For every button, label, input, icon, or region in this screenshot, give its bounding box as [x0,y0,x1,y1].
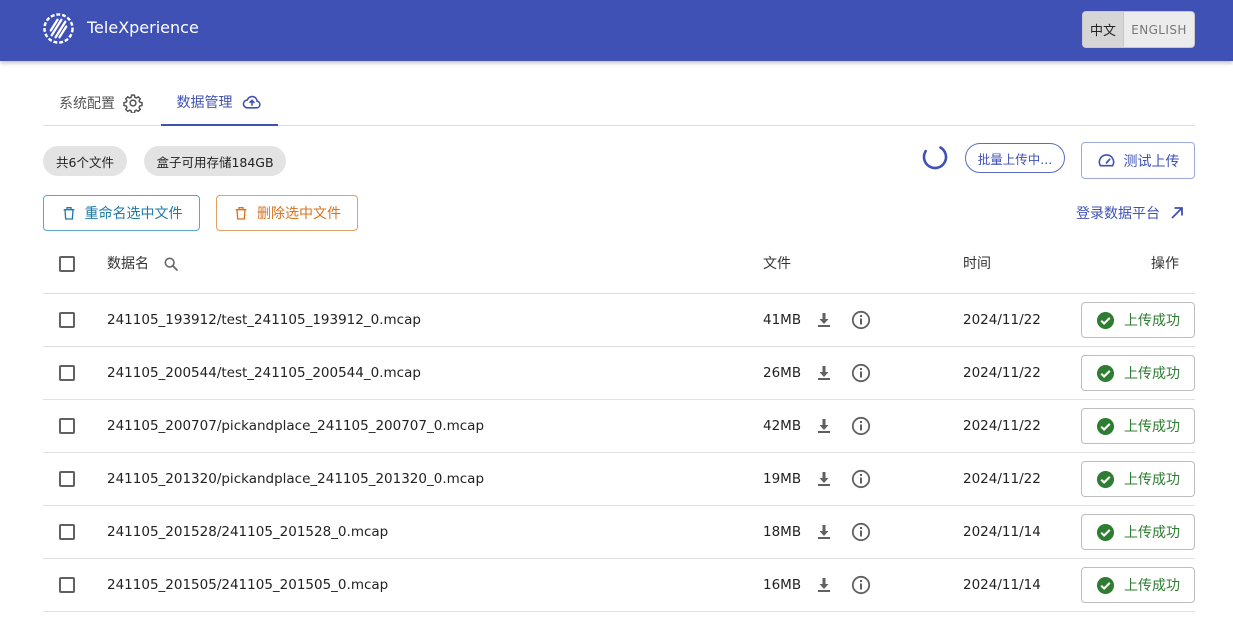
download-icon[interactable] [814,363,834,383]
row-checkbox[interactable] [59,471,75,487]
tab-bar: 系统配置 数据管理 [43,80,1195,126]
status-label: 上传成功 [1124,366,1180,382]
rename-label: 重命名选中文件 [84,206,183,222]
header-operation: 操作 [1151,256,1179,272]
upload-status-button[interactable]: 上传成功 [1081,408,1195,444]
row-time: 2024/11/22 [963,365,1041,381]
row-size: 19MB [763,471,802,487]
table-row: 241105_201505/241105_201505_0.mcap 16MB … [43,559,1195,612]
table-row: 241105_201320/pickandplace_241105_201320… [43,453,1195,506]
language-en-button[interactable]: ENGLISH [1124,12,1194,47]
download-icon[interactable] [814,469,834,489]
file-count-chip: 共6个文件 [43,146,127,176]
delete-label: 删除选中文件 [257,206,341,222]
row-checkbox[interactable] [59,312,75,328]
tab-data-management[interactable]: 数据管理 [161,80,278,126]
row-checkbox[interactable] [59,577,75,593]
check-circle-icon [1096,470,1115,488]
upload-status-button[interactable]: 上传成功 [1081,514,1195,550]
language-zh-button[interactable]: 中文 [1083,12,1124,47]
row-checkbox[interactable] [59,365,75,381]
rename-selected-button[interactable]: 重命名选中文件 [43,195,200,231]
status-label: 上传成功 [1124,313,1180,329]
row-size: 18MB [763,524,802,540]
upload-status-button[interactable]: 上传成功 [1081,355,1195,391]
check-circle-icon [1096,576,1115,594]
table-row: 241105_201528/241105_201528_0.mcap 18MB … [43,506,1195,559]
table-row: 241105_193912/test_241105_193912_0.mcap … [43,294,1195,347]
row-time: 2024/11/14 [963,577,1041,593]
storage-chip: 盒子可用存储184GB [144,146,286,176]
cloud-upload-icon [242,95,261,109]
select-all-checkbox[interactable] [59,256,75,272]
arrow-north-east-icon [1171,207,1183,219]
row-checkbox[interactable] [59,524,75,540]
login-data-platform-link[interactable]: 登录数据平台 [1076,203,1184,223]
row-time: 2024/11/22 [963,418,1041,434]
delete-selected-button[interactable]: 删除选中文件 [216,195,358,231]
upload-status-button[interactable]: 上传成功 [1081,567,1195,603]
header-name-label: 数据名 [107,256,149,272]
row-time: 2024/11/22 [963,312,1041,328]
row-checkbox[interactable] [59,418,75,434]
app-title: TeleXperience [87,18,199,37]
info-icon[interactable] [850,415,872,437]
check-circle-icon [1096,417,1115,435]
upload-status-button[interactable]: 上传成功 [1081,302,1195,338]
info-icon[interactable] [850,521,872,543]
row-size: 41MB [763,312,802,328]
info-icon[interactable] [850,362,872,384]
test-upload-button[interactable]: 测试上传 [1081,142,1195,179]
info-icon[interactable] [850,468,872,490]
app-bar: TeleXperience 中文 ENGLISH [0,0,1233,61]
language-toggle: 中文 ENGLISH [1082,11,1195,48]
logo-icon [43,13,74,44]
table-row: 241105_200707/pickandplace_241105_200707… [43,400,1195,453]
tab-system-config[interactable]: 系统配置 [59,80,143,126]
tab-label: 系统配置 [59,96,115,112]
batch-upload-button[interactable]: 批量上传中... [965,143,1065,173]
row-name: 241105_201505/241105_201505_0.mcap [107,577,389,593]
row-time: 2024/11/22 [963,471,1041,487]
row-time: 2024/11/14 [963,524,1041,540]
row-size: 16MB [763,577,802,593]
check-circle-icon [1096,311,1115,329]
download-icon[interactable] [814,416,834,436]
gear-icon [123,94,143,113]
trash-icon [235,207,247,220]
table-header: 数据名 文件 时间 操作 [43,238,1195,294]
check-circle-icon [1096,523,1115,541]
download-icon[interactable] [814,310,834,330]
info-icon[interactable] [850,309,872,331]
header-name: 数据名 [107,254,179,274]
download-icon[interactable] [814,575,834,595]
upload-status-button[interactable]: 上传成功 [1081,461,1195,497]
header-file: 文件 [763,256,791,272]
row-name: 241105_201320/pickandplace_241105_201320… [107,471,485,487]
row-name: 241105_200707/pickandplace_241105_200707… [107,418,485,434]
status-label: 上传成功 [1124,525,1180,541]
status-label: 上传成功 [1124,578,1180,594]
status-label: 上传成功 [1124,472,1180,488]
table-row: 241105_200544/test_241105_200544_0.mcap … [43,347,1195,400]
data-table: 数据名 文件 时间 操作 241105_193912/test_241105_1… [43,238,1195,612]
info-icon[interactable] [850,574,872,596]
status-label: 上传成功 [1124,419,1180,435]
tab-label: 数据管理 [176,95,233,111]
search-icon[interactable] [163,256,179,272]
row-name: 241105_200544/test_241105_200544_0.mcap [107,365,421,381]
speedometer-icon [1098,154,1114,167]
header-time: 时间 [963,256,991,272]
download-icon[interactable] [814,522,834,542]
row-size: 26MB [763,365,802,381]
trash-icon [63,207,74,220]
login-label: 登录数据平台 [1076,206,1160,222]
row-name: 241105_201528/241105_201528_0.mcap [107,524,389,540]
row-name: 241105_193912/test_241105_193912_0.mcap [107,312,421,328]
test-upload-label: 测试上传 [1123,153,1180,170]
check-circle-icon [1096,364,1115,382]
row-size: 42MB [763,418,802,434]
loading-spinner-icon [922,144,948,170]
